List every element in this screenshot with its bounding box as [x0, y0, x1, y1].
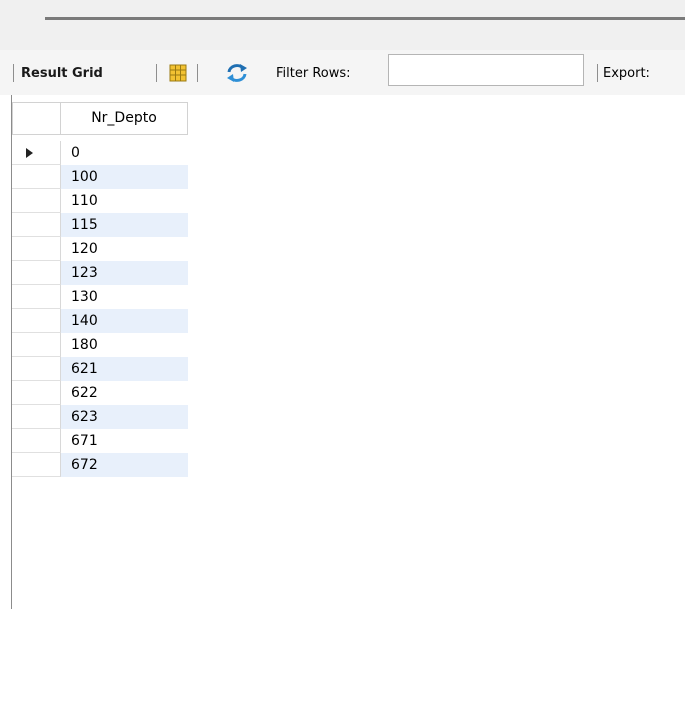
table-cell[interactable]: 621	[61, 357, 188, 381]
table-row[interactable]: 123	[12, 261, 188, 285]
row-selector[interactable]	[12, 453, 61, 477]
result-grid: Nr_Depto 0 100 110 115 120 123 130 140 1…	[0, 95, 685, 708]
table-cell[interactable]: 140	[61, 309, 188, 333]
table-row[interactable]: 180	[12, 333, 188, 357]
toolbar-separator	[13, 64, 14, 82]
row-selector[interactable]	[12, 285, 61, 309]
toolbar-separator	[156, 64, 157, 82]
table-cell[interactable]: 671	[61, 429, 188, 453]
row-selector[interactable]	[12, 429, 61, 453]
export-label[interactable]: Export:	[603, 65, 650, 83]
table-row[interactable]: 100	[12, 165, 188, 189]
row-selector[interactable]	[12, 213, 61, 237]
table-row[interactable]: 140	[12, 309, 188, 333]
row-selector-header[interactable]	[12, 102, 61, 135]
table-cell[interactable]: 0	[61, 141, 188, 165]
table-cell[interactable]: 123	[61, 261, 188, 285]
filter-rows-label: Filter Rows:	[276, 66, 351, 81]
row-selector[interactable]	[12, 405, 61, 429]
row-selector[interactable]	[12, 261, 61, 285]
top-panel	[0, 0, 685, 50]
table-row[interactable]: 115	[12, 213, 188, 237]
table-row[interactable]: 621	[12, 357, 188, 381]
row-selector[interactable]	[12, 237, 61, 261]
row-selector[interactable]	[12, 141, 61, 165]
table-cell[interactable]: 672	[61, 453, 188, 477]
table-cell[interactable]: 180	[61, 333, 188, 357]
table-row[interactable]: 671	[12, 429, 188, 453]
table-row[interactable]: 0	[12, 141, 188, 165]
row-selector[interactable]	[12, 309, 61, 333]
table-row[interactable]: 623	[12, 405, 188, 429]
table-row[interactable]: 110	[12, 189, 188, 213]
result-grid-tab[interactable]: Result Grid	[21, 65, 103, 83]
table-cell[interactable]: 110	[61, 189, 188, 213]
result-toolbar: Result Grid Filter Rows: Export:	[0, 50, 685, 95]
table-row[interactable]: 120	[12, 237, 188, 261]
table-cell[interactable]: 130	[61, 285, 188, 309]
row-arrow-icon	[26, 148, 33, 158]
table-cell[interactable]: 120	[61, 237, 188, 261]
toolbar-separator	[197, 64, 198, 82]
table-row[interactable]: 130	[12, 285, 188, 309]
grid-columns-icon[interactable]	[169, 64, 187, 82]
top-divider	[45, 17, 685, 20]
table-cell[interactable]: 115	[61, 213, 188, 237]
table-row[interactable]: 622	[12, 381, 188, 405]
row-selector[interactable]	[12, 189, 61, 213]
filter-rows-input[interactable]	[388, 54, 584, 86]
row-selector[interactable]	[12, 357, 61, 381]
row-selector[interactable]	[12, 333, 61, 357]
table-cell[interactable]: 100	[61, 165, 188, 189]
column-header-nr-depto[interactable]: Nr_Depto	[61, 102, 188, 135]
table-row[interactable]: 672	[12, 453, 188, 477]
row-selector[interactable]	[12, 381, 61, 405]
toolbar-separator	[597, 64, 598, 82]
refresh-arrows-icon[interactable]	[226, 63, 248, 83]
row-selector[interactable]	[12, 165, 61, 189]
table-cell[interactable]: 622	[61, 381, 188, 405]
table-cell[interactable]: 623	[61, 405, 188, 429]
